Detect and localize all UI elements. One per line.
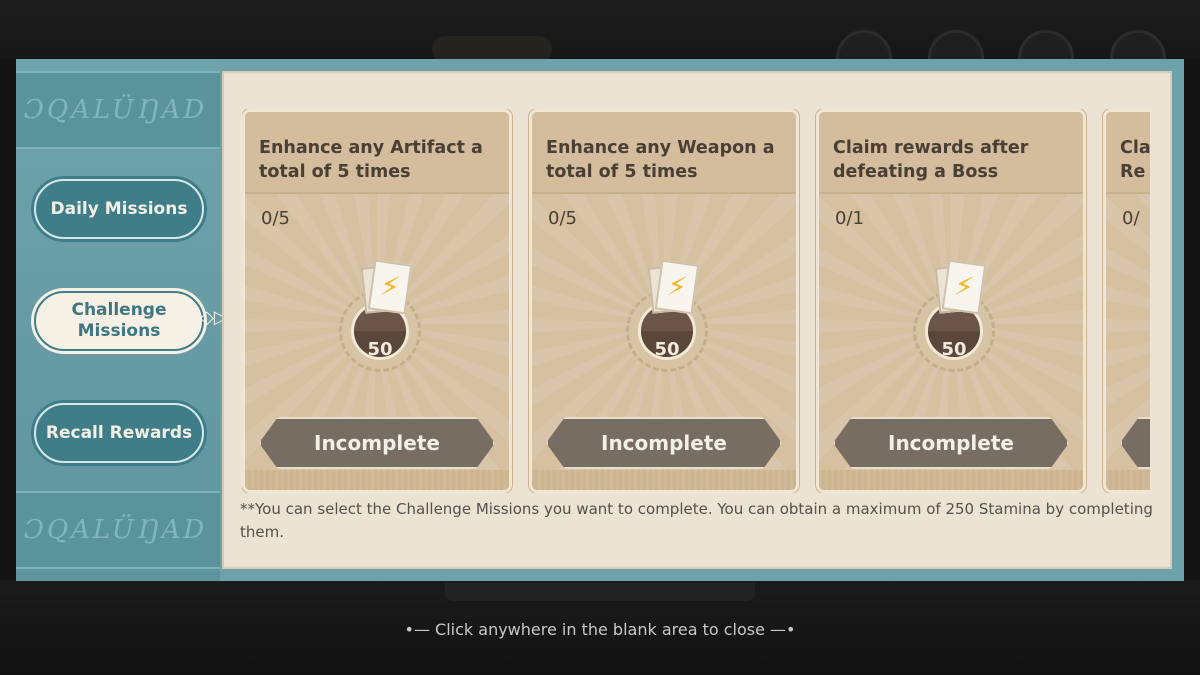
mission-progress: 0/5 xyxy=(261,208,290,229)
incomplete-button[interactable]: Incomplete xyxy=(833,417,1069,469)
stamina-ticket-icon: ⚡ xyxy=(654,259,700,315)
tab-label: Daily Missions xyxy=(50,198,188,219)
mission-progress: 0/ xyxy=(1122,208,1140,229)
reward-amount: 50 xyxy=(941,339,967,360)
reward-amount: 50 xyxy=(654,339,680,360)
mission-title: Cla Re xyxy=(1120,138,1150,182)
tab-label: Recall Rewards xyxy=(45,422,193,443)
reward-item: ⚡ 50 xyxy=(622,259,712,372)
tab-daily-missions[interactable]: Daily Missions xyxy=(28,173,210,245)
reward-item: ⚡ 50 xyxy=(909,259,999,372)
missions-content: Enhance any Artifact a total of 5 times … xyxy=(222,71,1172,569)
mission-card-partial[interactable]: Cla Re 0/ I xyxy=(1103,109,1150,493)
tab-challenge-missions[interactable]: Challenge Missions xyxy=(28,285,210,357)
mission-card[interactable]: Enhance any Weapon a total of 5 times 0/… xyxy=(529,109,799,493)
stamina-ticket-icon: ⚡ xyxy=(941,259,987,315)
mission-title-area: Cla Re xyxy=(1106,112,1150,194)
mission-title: Enhance any Artifact a total of 5 times xyxy=(259,138,483,182)
mission-title: Claim rewards after defeating a Boss xyxy=(833,138,1029,182)
mission-progress: 0/5 xyxy=(548,208,577,229)
mission-card[interactable]: Claim rewards after defeating a Boss 0/1… xyxy=(816,109,1086,493)
sidebar-decor-band: ƆQALÜŊAD xyxy=(16,491,220,569)
incomplete-button[interactable]: Incomplete xyxy=(546,417,782,469)
tab-recall-rewards[interactable]: Recall Rewards xyxy=(28,397,210,469)
background-bottom-bar xyxy=(445,583,755,601)
decor-text: ƆQALÜŊAD xyxy=(24,515,208,545)
stamina-ticket-icon: ⚡ xyxy=(367,259,413,315)
reward-item: ⚡ 50 xyxy=(335,259,425,372)
mission-title-area: Enhance any Weapon a total of 5 times xyxy=(532,112,796,194)
incomplete-button[interactable]: Incomplete xyxy=(259,417,495,469)
close-hint[interactable]: •— Click anywhere in the blank area to c… xyxy=(0,620,1200,639)
mission-cards-list[interactable]: Enhance any Artifact a total of 5 times … xyxy=(242,109,1150,493)
sidebar-decor-band: ƆQALÜŊAD xyxy=(16,71,220,149)
stamina-note: **You can select the Challenge Missions … xyxy=(240,500,1153,541)
mission-title-area: Enhance any Artifact a total of 5 times xyxy=(245,112,509,194)
event-panel: ƆQALÜŊAD ƆQALÜŊAD Daily Missions Challen… xyxy=(16,59,1184,581)
mission-title-area: Claim rewards after defeating a Boss xyxy=(819,112,1083,194)
mission-progress: 0/1 xyxy=(835,208,864,229)
decor-text: ƆQALÜŊAD xyxy=(24,95,208,125)
mission-title: Enhance any Weapon a total of 5 times xyxy=(546,138,775,182)
tab-label: Challenge Missions xyxy=(71,300,167,341)
mission-card[interactable]: Enhance any Artifact a total of 5 times … xyxy=(242,109,512,493)
reward-amount: 50 xyxy=(367,339,393,360)
sidebar: ƆQALÜŊAD ƆQALÜŊAD Daily Missions Challen… xyxy=(16,59,228,581)
